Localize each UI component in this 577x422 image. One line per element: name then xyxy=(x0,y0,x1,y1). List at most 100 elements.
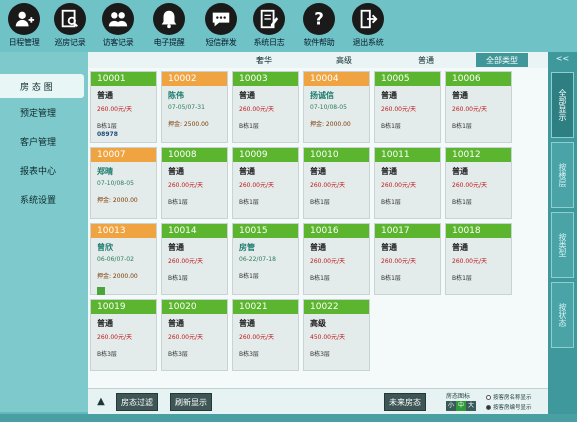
room-card[interactable]: 10017 普通 260.00元/天 B栋1层 xyxy=(374,223,441,295)
toolbar-schedule-button[interactable]: 日程管理 xyxy=(2,0,46,52)
guest-name: 扬诚信 xyxy=(310,91,334,100)
room-number: 10015 xyxy=(233,224,298,238)
room-card[interactable]: 10004 扬诚信 07-10/08-05 押金: 2000.00 xyxy=(303,71,370,143)
room-floor: B栋1层 xyxy=(381,275,401,282)
room-number: 10011 xyxy=(375,148,440,162)
toolbar-sms-button[interactable]: 短信群发 xyxy=(198,0,244,52)
room-number: 10013 xyxy=(91,224,156,238)
room-card[interactable]: 10018 普通 260.00元/天 B栋1层 xyxy=(445,223,512,295)
room-floor: B栋1层 xyxy=(239,123,259,130)
room-card[interactable]: 10012 普通 260.00元/天 B栋1层 xyxy=(445,147,512,219)
room-type: 普通 xyxy=(381,91,397,100)
room-card[interactable]: 10016 普通 260.00元/天 B栋1层 xyxy=(303,223,370,295)
size-large-button[interactable]: 大 xyxy=(466,401,476,411)
stay-dates: 07-10/08-05 xyxy=(310,104,347,111)
room-card[interactable]: 10003 普通 260.00元/天 B栋1层 xyxy=(232,71,299,143)
scroll-up-icon[interactable]: ▲ xyxy=(92,393,110,411)
room-number: 10016 xyxy=(304,224,369,238)
room-floor: B栋1层 xyxy=(168,199,188,206)
toolbar-visitor-button[interactable]: 访客记录 xyxy=(94,0,142,52)
toolbar-help-button[interactable]: ? 软件帮助 xyxy=(296,0,342,52)
room-card[interactable]: 10010 普通 260.00元/天 B栋1层 xyxy=(303,147,370,219)
radio-label: 按客房编号显示 xyxy=(493,405,532,411)
room-type: 普通 xyxy=(239,319,255,328)
room-type: 普通 xyxy=(239,91,255,100)
size-medium-button[interactable]: 中 xyxy=(456,401,466,411)
room-card[interactable]: 10014 普通 260.00元/天 B栋1层 xyxy=(161,223,228,295)
radio-icon xyxy=(486,394,491,400)
room-floor: B栋1层 xyxy=(239,199,259,206)
tab-luxury[interactable]: 奢华 xyxy=(256,55,272,66)
room-card[interactable]: 10001 普通 260.00元/天 B栋1层 08978 xyxy=(90,71,157,143)
room-card[interactable]: 10005 普通 260.00元/天 B栋1层 xyxy=(374,71,441,143)
room-number: 10018 xyxy=(446,224,511,238)
tab-all-types[interactable]: 全部类型 xyxy=(476,53,528,67)
room-floor: B栋1层 xyxy=(381,199,401,206)
tab-by-floor[interactable]: 按楼层 xyxy=(551,142,574,208)
exit-icon xyxy=(352,3,384,35)
room-price: 260.00元/天 xyxy=(168,182,204,189)
room-number: 10007 xyxy=(91,148,156,162)
toolbar-patrol-button[interactable]: 巡房记录 xyxy=(48,0,92,52)
room-price: 260.00元/天 xyxy=(452,258,488,265)
radio-by-number[interactable]: 按客房编号显示 xyxy=(486,403,532,411)
document-edit-icon xyxy=(253,3,285,35)
toolbar-log-button[interactable]: 系统日志 xyxy=(246,0,292,52)
room-type: 普通 xyxy=(239,167,255,176)
future-status-button[interactable]: 未来房态 xyxy=(384,393,426,411)
room-card[interactable]: 10015 房管 06-22/07-18 B栋1层 xyxy=(232,223,299,295)
chat-icon xyxy=(205,3,237,35)
deposit-amount: 押金: 2000.00 xyxy=(97,273,138,280)
room-floor: B栋1层 xyxy=(452,199,472,206)
room-card[interactable]: 10019 普通 260.00元/天 B栋3层 xyxy=(90,299,157,371)
bottom-bar: ▲ 房态过滤 刷新显示 未来房态 房态图标 小 中 大 按客房名称显示 按客房编… xyxy=(88,388,548,414)
tab-by-status[interactable]: 按状态 xyxy=(551,282,574,348)
room-type: 普通 xyxy=(452,243,468,252)
filter-button[interactable]: 房态过滤 xyxy=(116,393,158,411)
room-floor: B栋1层 xyxy=(452,123,472,130)
room-floor: B栋1层 xyxy=(168,275,188,282)
room-price: 260.00元/天 xyxy=(381,258,417,265)
room-card[interactable]: 10020 普通 260.00元/天 B栋3层 xyxy=(161,299,228,371)
radio-by-name[interactable]: 按客房名称显示 xyxy=(486,393,532,401)
toolbar-exit-button[interactable]: 退出系统 xyxy=(344,0,392,52)
room-card[interactable]: 10007 郑晴 07-10/08-05 押金: 2000.00 xyxy=(90,147,157,219)
tab-advanced[interactable]: 高级 xyxy=(336,55,352,66)
room-card[interactable]: 10021 普通 260.00元/天 B栋3层 xyxy=(232,299,299,371)
toolbar-reminder-button[interactable]: 电子提醒 xyxy=(144,0,194,52)
room-floor: B栋3层 xyxy=(97,351,117,358)
tab-standard[interactable]: 普通 xyxy=(418,55,434,66)
room-card[interactable]: 10022 高级 450.00元/天 B栋3层 xyxy=(303,299,370,371)
sidebar-item-customers[interactable]: 客户管理 xyxy=(0,127,88,156)
stay-dates: 07-05/07-31 xyxy=(168,104,205,111)
sidebar-item-settings[interactable]: 系统设置 xyxy=(0,185,88,214)
left-sidebar: 房 态 图 预定管理 客户管理 报表中心 系统设置 xyxy=(0,52,88,412)
room-type: 普通 xyxy=(97,91,113,100)
sidebar-item-booking[interactable]: 预定管理 xyxy=(0,98,88,127)
tab-show-all[interactable]: 全部显示 xyxy=(551,72,574,138)
collapse-icon[interactable]: << xyxy=(548,52,577,66)
question-icon: ? xyxy=(303,3,335,35)
tab-by-type[interactable]: 按类型 xyxy=(551,212,574,278)
room-price: 260.00元/天 xyxy=(97,334,133,341)
room-card[interactable]: 10011 普通 260.00元/天 B栋1层 xyxy=(374,147,441,219)
room-price: 260.00元/天 xyxy=(239,182,275,189)
room-price: 260.00元/天 xyxy=(97,106,133,113)
sidebar-item-label: 预定管理 xyxy=(20,109,57,119)
room-card[interactable]: 10008 普通 260.00元/天 B栋1层 xyxy=(161,147,228,219)
sidebar-item-label: 房 态 图 xyxy=(20,82,53,93)
room-card[interactable]: 10009 普通 260.00元/天 B栋1层 xyxy=(232,147,299,219)
room-card[interactable]: 10006 普通 260.00元/天 B栋1层 xyxy=(445,71,512,143)
sidebar-item-room-status[interactable]: 房 态 图 xyxy=(0,74,84,98)
guest-name: 房管 xyxy=(239,243,255,252)
room-type: 普通 xyxy=(381,243,397,252)
room-price: 260.00元/天 xyxy=(381,106,417,113)
svg-text:?: ? xyxy=(314,10,324,29)
sidebar-item-reports[interactable]: 报表中心 xyxy=(0,156,88,185)
toolbar-label: 系统日志 xyxy=(253,38,285,47)
room-card[interactable]: 10002 陈伟 07-05/07-31 押金: 2500.00 xyxy=(161,71,228,143)
size-small-button[interactable]: 小 xyxy=(446,401,456,411)
room-price: 260.00元/天 xyxy=(168,334,204,341)
room-card[interactable]: 10013 曾欣 06-06/07-02 押金: 2000.00 xyxy=(90,223,157,295)
refresh-button[interactable]: 刷新显示 xyxy=(170,393,212,411)
